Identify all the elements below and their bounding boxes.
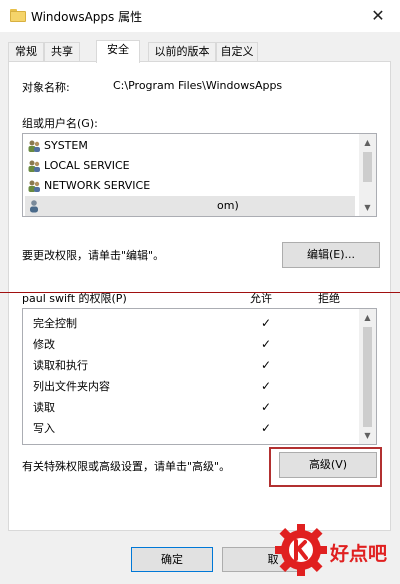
list-item-label: LOCAL SERVICE xyxy=(44,159,130,172)
permission-name: 读取 xyxy=(33,401,55,414)
tab-customize[interactable]: 自定义 xyxy=(216,42,258,62)
permission-name: 写入 xyxy=(33,422,55,435)
scroll-down-icon[interactable]: ▼ xyxy=(359,199,376,216)
watermark-text: 好点吧 xyxy=(330,543,388,565)
advanced-hint: 有关特殊权限或高级设置，请单击"高级"。 xyxy=(22,460,231,473)
user-group-icon xyxy=(28,180,40,192)
object-name-label: 对象名称: xyxy=(22,81,70,94)
watermark-logo: 好点吧 xyxy=(272,521,400,584)
tab-strip: 常规 共享 安全 以前的版本 自定义 xyxy=(8,40,392,63)
scroll-up-icon[interactable]: ▲ xyxy=(359,309,376,326)
list-item-label: NETWORK SERVICE xyxy=(44,179,151,192)
scroll-down-icon[interactable]: ▼ xyxy=(359,427,376,444)
scroll-thumb[interactable] xyxy=(363,327,372,427)
scroll-thumb[interactable] xyxy=(363,152,372,182)
permission-row: 修改 ✓ xyxy=(33,334,353,355)
edit-button[interactable]: 编辑(E)... xyxy=(282,242,380,268)
gear-icon xyxy=(275,524,327,576)
edit-hint: 要更改权限，请单击"编辑"。 xyxy=(22,249,165,262)
object-name-value: C:\Program Files\WindowsApps xyxy=(113,79,283,92)
ok-button[interactable]: 确定 xyxy=(131,547,213,572)
permission-row: 完全控制 ✓ xyxy=(33,313,353,334)
allow-check-icon: ✓ xyxy=(261,421,272,435)
tab-security[interactable]: 安全 xyxy=(96,40,140,63)
permission-name: 列出文件夹内容 xyxy=(33,380,110,393)
permission-row: 写入 ✓ xyxy=(33,418,353,439)
list-item-label: om) xyxy=(217,199,239,212)
user-group-icon xyxy=(28,160,40,172)
tab-general[interactable]: 常规 xyxy=(8,42,44,62)
permissions-scrollbar[interactable]: ▲ ▼ xyxy=(359,309,376,444)
permission-row: 列出文件夹内容 ✓ xyxy=(33,376,353,397)
close-icon[interactable]: ✕ xyxy=(356,0,400,32)
permission-name: 完全控制 xyxy=(33,317,77,330)
folder-icon xyxy=(10,9,26,22)
allow-check-icon: ✓ xyxy=(261,316,272,330)
window-title: WindowsApps 属性 xyxy=(31,10,143,24)
tab-previous-versions[interactable]: 以前的版本 xyxy=(148,42,216,62)
allow-check-icon: ✓ xyxy=(261,379,272,393)
allow-check-icon: ✓ xyxy=(261,337,272,351)
advanced-highlight-box xyxy=(269,447,382,487)
permission-name: 修改 xyxy=(33,338,55,351)
title-bar: WindowsApps 属性 ✕ xyxy=(0,0,400,32)
group-user-list[interactable]: SYSTEM LOCAL SERVICE NETWORK SERVICE om)… xyxy=(22,133,377,217)
permission-row: 读取 ✓ xyxy=(33,397,353,418)
list-item-label: SYSTEM xyxy=(44,139,88,152)
groups-label: 组或用户名(G): xyxy=(22,117,98,130)
permission-row: 读取和执行 ✓ xyxy=(33,355,353,376)
allow-check-icon: ✓ xyxy=(261,358,272,372)
scroll-up-icon[interactable]: ▲ xyxy=(359,134,376,151)
group-list-scrollbar[interactable]: ▲ ▼ xyxy=(359,134,376,216)
permissions-list[interactable]: 完全控制 ✓ 修改 ✓ 读取和执行 ✓ 列出文件夹内容 ✓ 读取 ✓ 写入 ✓ … xyxy=(22,308,377,445)
user-icon xyxy=(30,200,38,213)
annotation-line xyxy=(0,292,400,293)
allow-check-icon: ✓ xyxy=(261,400,272,414)
selected-row-highlight xyxy=(25,196,355,216)
permission-name: 读取和执行 xyxy=(33,359,88,372)
tab-sharing[interactable]: 共享 xyxy=(44,42,80,62)
user-group-icon xyxy=(28,140,40,152)
